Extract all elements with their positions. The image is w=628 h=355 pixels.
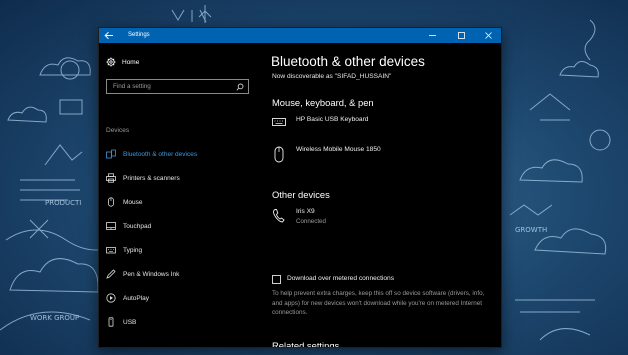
device-name: Iris X9	[296, 208, 315, 215]
title-bar: Settings	[99, 28, 501, 43]
device-status: Connected	[296, 218, 326, 225]
mouse-icon	[108, 197, 114, 207]
sidebar-item-autoplay[interactable]: AutoPlay	[106, 293, 254, 305]
page-title: Bluetooth & other devices	[271, 54, 425, 69]
metered-checkbox[interactable]	[272, 275, 281, 284]
sidebar-item-pen[interactable]: Pen & Windows Ink	[106, 269, 254, 281]
gear-icon	[106, 57, 116, 67]
sidebar-item-bluetooth[interactable]: Bluetooth & other devices	[106, 149, 254, 161]
svg-text:WORK GROUP: WORK GROUP	[30, 314, 79, 322]
autoplay-icon	[106, 293, 116, 303]
other-devices-heading: Other devices	[272, 189, 330, 200]
search-icon[interactable]	[236, 83, 244, 91]
bluetooth-devices-icon	[106, 149, 116, 159]
sidebar-item-typing[interactable]: Typing	[106, 245, 254, 257]
sidebar-item-mouse[interactable]: Mouse	[106, 197, 254, 209]
search-placeholder: Find a setting	[113, 83, 151, 90]
sidebar-item-printers[interactable]: Printers & scanners	[106, 173, 254, 185]
search-input[interactable]: Find a setting	[106, 79, 249, 94]
device-name: Wireless Mobile Mouse 1850	[296, 146, 381, 153]
device-keyboard[interactable]: HP Basic USB Keyboard	[272, 116, 492, 136]
close-icon[interactable]	[475, 28, 501, 43]
metered-checkbox-label[interactable]: Download over metered connections	[287, 275, 394, 282]
mouse-icon	[274, 146, 284, 163]
phone-icon	[273, 209, 285, 223]
svg-text:GROWTH: GROWTH	[515, 226, 547, 234]
svg-text:PRODUCTI: PRODUCTI	[45, 199, 81, 207]
minimize-icon[interactable]	[419, 28, 446, 43]
back-arrow-icon[interactable]	[104, 31, 114, 40]
touchpad-icon	[106, 222, 116, 230]
pen-icon	[106, 269, 116, 279]
discoverable-status: Now discoverable as "SIFAD_HUSSAIN"	[272, 73, 392, 80]
keyboard-icon	[106, 247, 116, 254]
sidebar: Home Find a setting Devices Bluetooth & …	[99, 43, 257, 347]
metered-help-text: To help prevent extra charges, keep this…	[272, 290, 485, 317]
sidebar-item-touchpad[interactable]: Touchpad	[106, 221, 254, 233]
usb-icon	[108, 317, 114, 327]
device-phone[interactable]: Iris X9 Connected	[272, 208, 492, 228]
maximize-icon[interactable]	[448, 28, 475, 43]
main-content: Bluetooth & other devices Now discoverab…	[257, 43, 501, 347]
printer-icon	[106, 173, 116, 183]
sidebar-item-usb[interactable]: USB	[106, 317, 254, 329]
window-title: Settings	[128, 32, 150, 38]
devices-section-label: Devices	[106, 127, 130, 134]
keyboard-icon	[272, 118, 286, 126]
home-label: Home	[122, 59, 140, 66]
settings-window: Settings Home Find a setting Devices Blu…	[98, 27, 502, 348]
device-name: HP Basic USB Keyboard	[296, 116, 369, 123]
device-mouse[interactable]: Wireless Mobile Mouse 1850	[272, 146, 492, 166]
related-settings-heading: Related settings	[272, 340, 340, 348]
input-devices-heading: Mouse, keyboard, & pen	[272, 97, 374, 108]
